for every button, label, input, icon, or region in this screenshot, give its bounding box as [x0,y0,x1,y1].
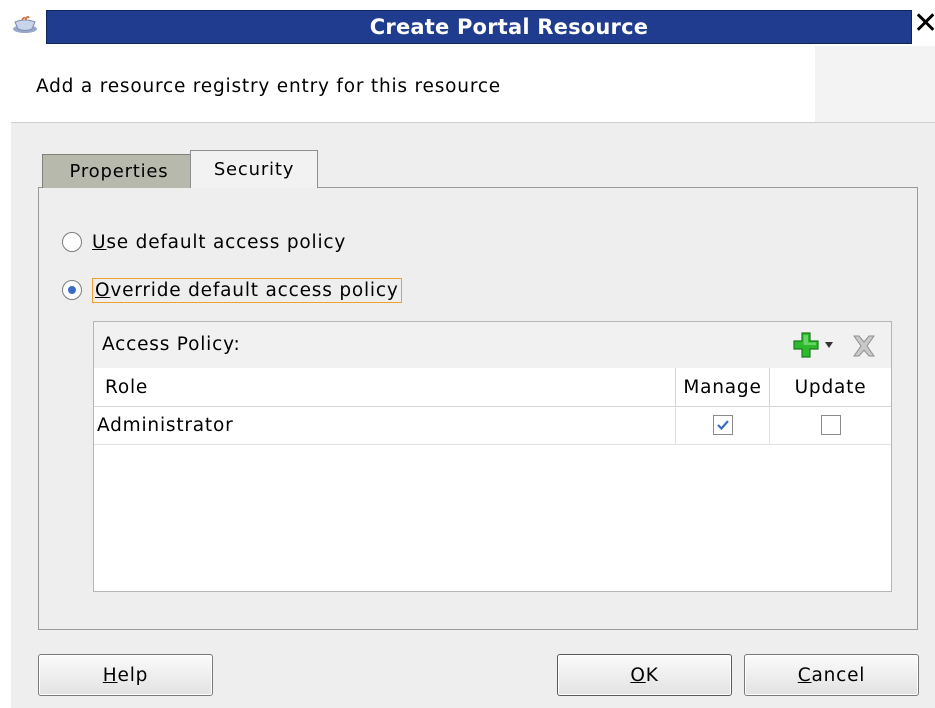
cancel-button[interactable]: Cancel [744,654,919,696]
use-default-policy-radio[interactable] [62,232,82,252]
window-title: Create Portal Resource [369,15,649,39]
column-header-manage[interactable]: Manage [676,368,770,406]
update-checkbox[interactable] [820,415,841,435]
ok-button-label: OK [630,664,659,686]
override-policy-radio[interactable] [62,280,82,300]
add-dropdown-icon[interactable] [824,341,834,349]
tab-properties[interactable]: Properties [42,154,196,188]
java-cup-icon [13,15,37,33]
title-bar[interactable]: Create Portal Resource ✕ [0,0,935,46]
title-strip: Create Portal Resource [46,10,912,44]
role-cell[interactable]: Administrator [94,406,676,444]
help-button-label: Help [102,664,149,686]
override-policy-label: Override default access policy [92,277,402,303]
access-policy-title: Access Policy: [102,334,241,355]
close-icon[interactable]: ✕ [913,7,935,41]
update-cell [770,406,891,444]
cancel-button-label: Cancel [797,664,866,686]
add-icon[interactable] [791,330,821,360]
use-default-policy-label: Use default access policy [92,231,347,253]
delete-icon[interactable] [849,332,879,360]
ok-button[interactable]: OK [557,654,732,696]
header-description: Add a resource registry entry for this r… [36,76,501,97]
check-icon [716,420,729,431]
tab-security[interactable]: Security [190,150,318,188]
help-button[interactable]: Help [38,654,213,696]
manage-checkbox[interactable] [712,415,733,435]
column-header-update[interactable]: Update [770,368,891,406]
table-row[interactable]: Administrator [94,406,891,445]
column-header-role[interactable]: Role [94,368,676,406]
access-policy-table: Access Policy: Role Manage Update Admini… [93,321,892,592]
tab-label: Security [213,159,295,180]
window-edge [0,46,11,708]
dialog-header: Add a resource registry entry for this r… [11,46,935,123]
override-policy-option[interactable]: Override default access policy [62,275,402,305]
create-portal-resource-dialog: Create Portal Resource ✕ Add a resource … [0,0,935,708]
access-policy-toolbar: Access Policy: [94,322,891,369]
tab-label: Properties [69,161,169,182]
use-default-policy-option[interactable]: Use default access policy [62,227,346,257]
manage-cell [676,406,770,444]
table-header: Role Manage Update [94,368,891,407]
